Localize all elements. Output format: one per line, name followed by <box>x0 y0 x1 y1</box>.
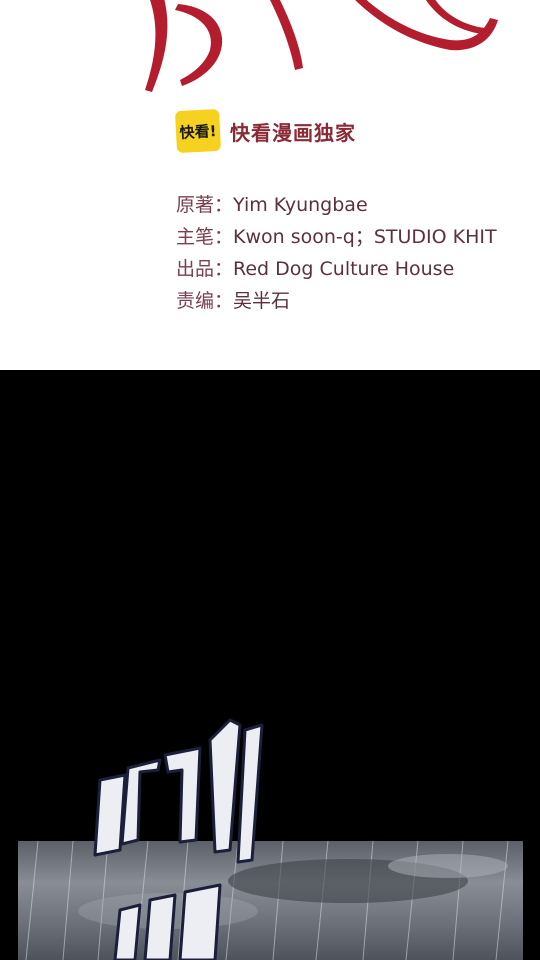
credits-list: 原著：Yim Kyungbae 主笔：Kwon soon-q；STUDIO KH… <box>176 190 497 318</box>
sfx-lettering-icon <box>93 718 264 960</box>
title-page: 快看! 快看漫画独家 原著：Yim Kyungbae 主笔：Kwon soon-… <box>0 0 540 370</box>
kuaikan-brand: 快看! 快看漫画独家 <box>174 108 356 154</box>
credit-artist: 主笔：Kwon soon-q；STUDIO KHIT <box>176 222 497 254</box>
credit-value: Kwon soon-q；STUDIO KHIT <box>233 226 497 248</box>
credit-label: 原著： <box>176 194 234 216</box>
credit-original-author: 原著：Yim Kyungbae <box>176 190 497 222</box>
kuaikan-logo-icon: 快看! <box>174 108 222 154</box>
credit-label: 主笔： <box>176 226 234 248</box>
credit-producer: 出品：Red Dog Culture House <box>176 254 497 286</box>
credit-value: 吴半石 <box>233 290 291 312</box>
credit-label: 责编： <box>176 290 234 312</box>
brand-name: 快看漫画独家 <box>230 120 356 145</box>
title-calligraphy-icon <box>145 0 498 92</box>
credit-editor: 责编：吴半石 <box>176 286 497 318</box>
credit-value: Yim Kyungbae <box>233 194 368 216</box>
credit-label: 出品： <box>176 258 234 280</box>
credit-value: Red Dog Culture House <box>233 258 455 280</box>
